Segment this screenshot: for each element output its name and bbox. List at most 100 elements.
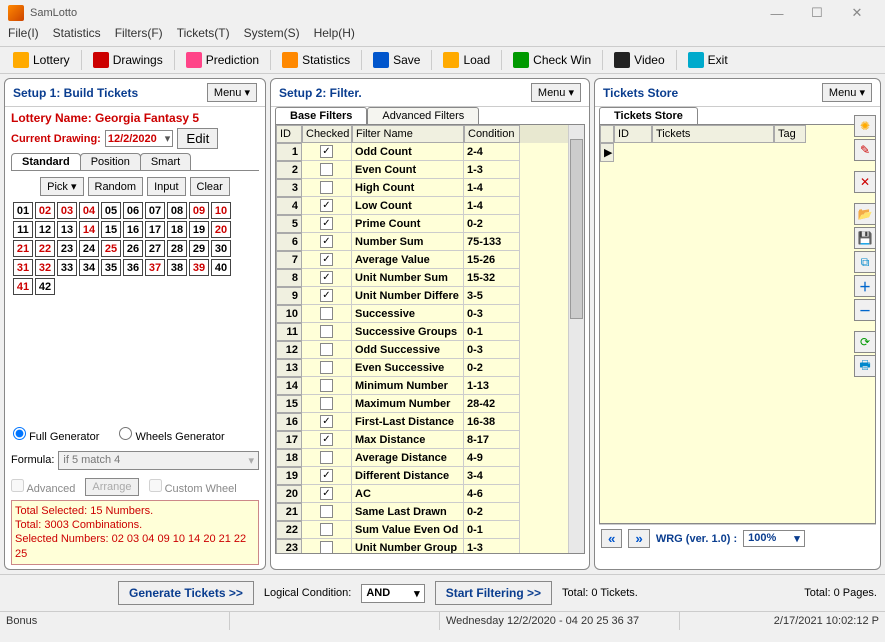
filter-row-10[interactable]: 10Successive0-3 — [276, 305, 584, 323]
filter-row-17[interactable]: 17✓Max Distance8-17 — [276, 431, 584, 449]
filter-row-22[interactable]: 22Sum Value Even Od0-1 — [276, 521, 584, 539]
filter-row-4[interactable]: 4✓Low Count1-4 — [276, 197, 584, 215]
filter-row-11[interactable]: 11Successive Groups0-1 — [276, 323, 584, 341]
nav-next-button[interactable]: » — [628, 529, 649, 548]
filter-check-1[interactable]: ✓ — [302, 143, 352, 161]
filter-check-2[interactable] — [302, 161, 352, 179]
formula-select[interactable]: if 5 match 4▾ — [58, 451, 259, 470]
number-10[interactable]: 10 — [211, 202, 231, 219]
start-filtering-button[interactable]: Start Filtering >> — [435, 581, 552, 605]
generate-tickets-button[interactable]: Generate Tickets >> — [118, 581, 254, 605]
number-36[interactable]: 36 — [123, 259, 143, 276]
menu-statistics[interactable]: Statistics — [53, 26, 101, 46]
close-button[interactable]: ✕ — [837, 5, 877, 21]
number-15[interactable]: 15 — [101, 221, 121, 238]
number-20[interactable]: 20 — [211, 221, 231, 238]
filter-row-15[interactable]: 15Maximum Number28-42 — [276, 395, 584, 413]
store-col-id[interactable]: ID — [614, 125, 652, 143]
filter-row-13[interactable]: 13Even Successive0-2 — [276, 359, 584, 377]
random-button[interactable]: Random — [88, 177, 144, 196]
number-8[interactable]: 08 — [167, 202, 187, 219]
panel2-menu-button[interactable]: Menu ▾ — [531, 83, 581, 102]
pick-button[interactable]: Pick ▾ — [40, 177, 83, 196]
filter-check-8[interactable]: ✓ — [302, 269, 352, 287]
toolbar-prediction[interactable]: Prediction — [177, 48, 268, 72]
number-33[interactable]: 33 — [57, 259, 77, 276]
filter-row-20[interactable]: 20✓AC4-6 — [276, 485, 584, 503]
side-plus-icon[interactable]: ＋ — [854, 275, 876, 297]
number-6[interactable]: 06 — [123, 202, 143, 219]
number-11[interactable]: 11 — [13, 221, 33, 238]
filter-check-23[interactable] — [302, 539, 352, 554]
col-filtername[interactable]: Filter Name — [352, 125, 464, 143]
side-save-icon[interactable]: 💾 — [854, 227, 876, 249]
number-2[interactable]: 02 — [35, 202, 55, 219]
side-star-icon[interactable]: ✺ — [854, 115, 876, 137]
filter-check-14[interactable] — [302, 377, 352, 395]
number-17[interactable]: 17 — [145, 221, 165, 238]
store-col-tickets[interactable]: Tickets — [652, 125, 774, 143]
filter-check-15[interactable] — [302, 395, 352, 413]
filter-row-5[interactable]: 5✓Prime Count0-2 — [276, 215, 584, 233]
number-1[interactable]: 01 — [13, 202, 33, 219]
menu-ticketst[interactable]: Tickets(T) — [177, 26, 230, 46]
maximize-button[interactable]: ☐ — [797, 5, 837, 21]
number-29[interactable]: 29 — [189, 240, 209, 257]
wheels-generator-radio[interactable]: Wheels Generator — [119, 427, 224, 443]
grid-scrollbar[interactable] — [568, 125, 584, 553]
filter-check-19[interactable]: ✓ — [302, 467, 352, 485]
menu-filei[interactable]: File(I) — [8, 26, 39, 46]
number-18[interactable]: 18 — [167, 221, 187, 238]
filter-row-16[interactable]: 16✓First-Last Distance16-38 — [276, 413, 584, 431]
number-4[interactable]: 04 — [79, 202, 99, 219]
filter-check-21[interactable] — [302, 503, 352, 521]
filter-check-16[interactable]: ✓ — [302, 413, 352, 431]
filter-row-7[interactable]: 7✓Average Value15-26 — [276, 251, 584, 269]
toolbar-lottery[interactable]: Lottery — [4, 48, 79, 72]
filter-check-7[interactable]: ✓ — [302, 251, 352, 269]
number-5[interactable]: 05 — [101, 202, 121, 219]
current-drawing-select[interactable]: 12/2/2020 ▾ — [105, 130, 173, 147]
full-generator-radio[interactable]: Full Generator — [13, 427, 99, 443]
filter-row-14[interactable]: 14Minimum Number1-13 — [276, 377, 584, 395]
number-26[interactable]: 26 — [123, 240, 143, 257]
filter-check-13[interactable] — [302, 359, 352, 377]
col-condition[interactable]: Condition — [464, 125, 520, 143]
number-3[interactable]: 03 — [57, 202, 77, 219]
nav-first-button[interactable]: « — [601, 529, 622, 548]
number-40[interactable]: 40 — [211, 259, 231, 276]
panel3-menu-button[interactable]: Menu ▾ — [822, 83, 872, 102]
number-30[interactable]: 30 — [211, 240, 231, 257]
number-31[interactable]: 31 — [13, 259, 33, 276]
number-22[interactable]: 22 — [35, 240, 55, 257]
number-13[interactable]: 13 — [57, 221, 77, 238]
logical-condition-select[interactable]: AND▾ — [361, 584, 424, 603]
filter-check-5[interactable]: ✓ — [302, 215, 352, 233]
filter-row-21[interactable]: 21Same Last Drawn0-2 — [276, 503, 584, 521]
number-24[interactable]: 24 — [79, 240, 99, 257]
filter-check-10[interactable] — [302, 305, 352, 323]
menu-helph[interactable]: Help(H) — [314, 26, 355, 46]
number-37[interactable]: 37 — [145, 259, 165, 276]
filter-check-4[interactable]: ✓ — [302, 197, 352, 215]
menu-systems[interactable]: System(S) — [244, 26, 300, 46]
filter-row-9[interactable]: 9✓Unit Number Differe3-5 — [276, 287, 584, 305]
toolbar-load[interactable]: Load — [434, 48, 499, 72]
filter-row-23[interactable]: 23Unit Number Group1-3 — [276, 539, 584, 554]
filter-tab-base-filters[interactable]: Base Filters — [275, 107, 367, 124]
menu-filtersf[interactable]: Filters(F) — [115, 26, 163, 46]
tab-standard[interactable]: Standard — [11, 153, 81, 170]
number-42[interactable]: 42 — [35, 278, 55, 295]
tab-position[interactable]: Position — [80, 153, 141, 170]
filter-check-11[interactable] — [302, 323, 352, 341]
filter-row-8[interactable]: 8✓Unit Number Sum15-32 — [276, 269, 584, 287]
minimize-button[interactable]: — — [757, 6, 797, 21]
number-16[interactable]: 16 — [123, 221, 143, 238]
filter-row-19[interactable]: 19✓Different Distance3-4 — [276, 467, 584, 485]
tickets-store-tab[interactable]: Tickets Store — [599, 107, 698, 124]
number-38[interactable]: 38 — [167, 259, 187, 276]
number-21[interactable]: 21 — [13, 240, 33, 257]
filter-check-6[interactable]: ✓ — [302, 233, 352, 251]
edit-button[interactable]: Edit — [177, 128, 218, 149]
advanced-checkbox[interactable]: Advanced — [11, 479, 75, 495]
